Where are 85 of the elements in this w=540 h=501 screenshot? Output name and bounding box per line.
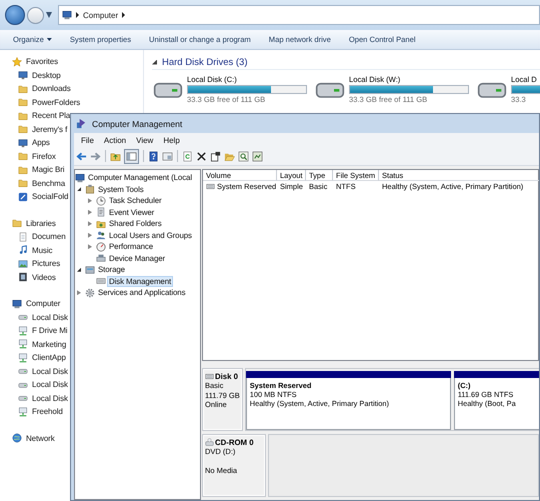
folder-icon	[18, 164, 28, 175]
nav-item[interactable]: Local Disk	[32, 312, 68, 322]
window-icon[interactable]	[162, 150, 173, 162]
nav-item[interactable]: ClientApp	[32, 353, 66, 362]
computer-icon	[12, 298, 22, 309]
nav-item[interactable]: SocialFold	[32, 192, 68, 202]
back-button[interactable]	[5, 5, 25, 25]
monitor-icon	[18, 70, 28, 80]
nav-item[interactable]: Benchma	[32, 178, 66, 188]
menu-item[interactable]: View	[131, 136, 158, 144]
folder-icon	[18, 124, 28, 134]
help-icon[interactable]	[148, 150, 159, 162]
folder-icon	[18, 97, 28, 108]
computer-icon	[62, 10, 72, 20]
network-drive-icon	[18, 339, 28, 350]
address-field[interactable]: Computer	[58, 5, 540, 25]
properties-icon[interactable]	[210, 150, 221, 162]
nav-item[interactable]: Favorites	[26, 57, 58, 66]
clock-icon	[96, 196, 106, 206]
film-icon	[18, 272, 28, 282]
nav-item[interactable]: Libraries	[26, 218, 56, 228]
nav-item[interactable]: Local Disk	[32, 366, 68, 376]
nav-item[interactable]: Firefox	[32, 152, 56, 161]
menu-item[interactable]: File	[76, 136, 99, 144]
log-icon	[96, 207, 106, 218]
nav-item[interactable]: Pictures	[32, 259, 60, 268]
delete-icon[interactable]	[196, 150, 207, 162]
folder-icon	[18, 151, 28, 162]
nav-item[interactable]: Local Disk	[32, 380, 68, 390]
folder-icon	[18, 84, 28, 94]
nav-item[interactable]: Desktop	[32, 70, 61, 80]
device-icon	[96, 253, 106, 264]
rescan-icon[interactable]	[252, 150, 263, 162]
network-drive-icon	[18, 406, 28, 417]
folder-icon	[18, 110, 28, 121]
console-icon	[76, 118, 87, 129]
nav-item[interactable]: Apps	[32, 138, 50, 148]
window-title: Computer Management	[92, 118, 182, 128]
history-dropdown[interactable]	[46, 12, 52, 18]
search-icon[interactable]	[238, 150, 249, 162]
app-icon	[18, 192, 28, 202]
cdrom-icon	[205, 438, 214, 447]
music-note-icon	[18, 245, 28, 256]
users-icon	[96, 230, 106, 240]
globe-icon	[12, 433, 22, 444]
folder-icon	[18, 178, 28, 188]
image-icon	[18, 258, 28, 269]
nav-item[interactable]: Local Disk	[32, 394, 68, 403]
forward-icon[interactable]	[90, 150, 101, 162]
doc-icon	[18, 232, 28, 242]
nav-item[interactable]: Freehold	[32, 407, 63, 416]
nav-item[interactable]: Documen	[32, 232, 66, 242]
nav-item[interactable]: Magic Bri	[32, 165, 64, 174]
nav-item[interactable]: Recent Pla	[32, 111, 70, 120]
menu-item[interactable]: Help	[158, 136, 185, 144]
nav-item[interactable]: Jeremy's f	[32, 124, 68, 134]
nav-item[interactable]: Videos	[32, 272, 56, 282]
storage-icon	[85, 264, 95, 275]
share-icon	[96, 218, 106, 229]
panel-icon[interactable]	[126, 150, 137, 162]
back-icon[interactable]	[76, 150, 87, 162]
gauge-icon	[96, 242, 106, 252]
drive-icon	[18, 366, 28, 376]
star-icon	[12, 56, 22, 67]
folder-up-icon[interactable]	[110, 150, 121, 162]
nav-item[interactable]: Marketing	[32, 340, 66, 349]
network-drive-icon	[18, 352, 28, 363]
nav-item[interactable]: Music	[32, 246, 52, 255]
gear-icon	[85, 288, 95, 298]
computer-icon	[75, 172, 85, 183]
network-drive-icon	[18, 326, 28, 336]
nav-item[interactable]: F Drive Mi	[32, 326, 68, 336]
breadcrumb[interactable]: Computer	[83, 10, 118, 20]
menu-item[interactable]: Action	[98, 136, 132, 144]
drive-icon	[18, 393, 28, 404]
nav-item[interactable]: PowerFolders	[32, 98, 80, 107]
nav-item[interactable]: Downloads	[32, 84, 71, 94]
refresh-icon[interactable]	[182, 150, 193, 162]
drive-icon	[18, 312, 28, 322]
toolbox-icon	[85, 184, 95, 194]
nav-item[interactable]: Computer	[26, 299, 60, 308]
monitor-icon	[18, 138, 28, 148]
group-header: Hard Disk Drives (3)	[162, 56, 248, 68]
folder-icon	[12, 218, 22, 228]
nav-item[interactable]: Network	[26, 434, 55, 443]
